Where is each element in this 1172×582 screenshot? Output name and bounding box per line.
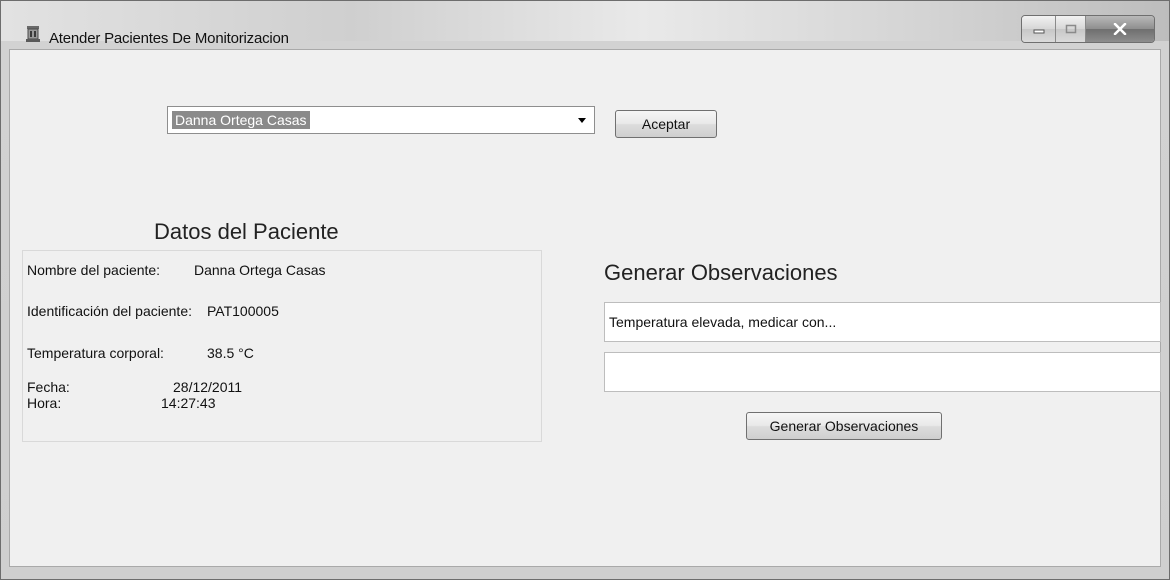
chevron-down-icon[interactable] xyxy=(578,118,586,123)
maximize-icon xyxy=(1065,24,1076,34)
observations-title: Generar Observaciones xyxy=(604,260,838,285)
app-window: Atender Pacientes De Monitorizacion Dann… xyxy=(0,0,1170,580)
patient-name-label: Nombre del paciente: xyxy=(27,262,161,278)
minimize-icon xyxy=(1033,29,1044,34)
close-button[interactable] xyxy=(1086,16,1154,42)
form-client-area: Danna Ortega Casas Aceptar Datos del Pac… xyxy=(9,49,1161,567)
accept-button[interactable]: Aceptar xyxy=(615,110,717,138)
generate-observations-button[interactable]: Generar Observaciones xyxy=(746,412,942,440)
close-icon xyxy=(1113,23,1127,35)
time-label: Hora: xyxy=(27,395,62,411)
patient-dropdown-value: Danna Ortega Casas xyxy=(172,111,310,129)
patient-id-label: Identificación del paciente: xyxy=(27,303,192,319)
temperature-value: 38.5 °C xyxy=(207,345,254,361)
title-bar[interactable]: Atender Pacientes De Monitorizacion xyxy=(1,1,1169,47)
patient-id-value: PAT100005 xyxy=(207,303,279,319)
observation-input-1[interactable]: Temperatura elevada, medicar con... xyxy=(604,302,1161,342)
patient-dropdown[interactable]: Danna Ortega Casas xyxy=(167,106,595,134)
app-icon xyxy=(26,26,40,42)
date-value: 28/12/2011 xyxy=(173,379,243,395)
patient-data-panel: Nombre del paciente: Danna Ortega Casas … xyxy=(22,250,542,442)
observation-input-2[interactable] xyxy=(604,352,1161,392)
date-label: Fecha: xyxy=(27,379,70,395)
maximize-button[interactable] xyxy=(1056,16,1086,42)
window-controls xyxy=(1021,15,1155,43)
temperature-label: Temperatura corporal: xyxy=(27,345,164,361)
time-value: 14:27:43 xyxy=(161,395,216,411)
minimize-button[interactable] xyxy=(1022,16,1056,42)
patient-name-value: Danna Ortega Casas xyxy=(194,262,326,278)
patient-data-title: Datos del Paciente xyxy=(154,219,339,244)
observation-input-1-text: Temperatura elevada, medicar con... xyxy=(609,314,837,330)
window-title: Atender Pacientes De Monitorizacion xyxy=(49,30,289,47)
